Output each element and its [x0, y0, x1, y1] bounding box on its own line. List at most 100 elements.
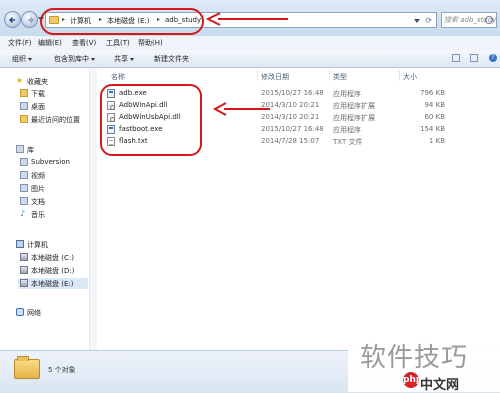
nav-item-label: 本地磁盘 (D:)	[31, 267, 75, 275]
drive-icon	[20, 266, 28, 274]
forward-arrow-icon	[28, 16, 35, 24]
organize-label: 组织	[12, 55, 26, 63]
nav-item-downloads[interactable]: 下载	[20, 88, 88, 99]
nav-item-label: Subversion	[31, 158, 70, 166]
help-icon[interactable]: ?	[489, 54, 497, 62]
annotation-oval-files	[100, 84, 202, 156]
back-arrow-icon	[8, 16, 15, 24]
music-note-icon: ♪	[20, 209, 26, 218]
file-type: 应用程序	[333, 126, 361, 134]
file-size: 796 KB	[420, 89, 445, 97]
nav-favorites-label: 收藏夹	[27, 78, 48, 86]
file-size: 60 KB	[424, 113, 445, 121]
nav-item-videos[interactable]: 视频	[20, 170, 88, 181]
file-type: 应用程序扩展	[333, 102, 375, 110]
nav-item-label: 音乐	[31, 211, 45, 219]
nav-item-music[interactable]: ♪ 音乐	[20, 209, 88, 220]
nav-item-label: 本地磁盘 (E:)	[31, 280, 74, 288]
file-type: TXT 文件	[333, 138, 363, 146]
nav-item-label: 下载	[31, 90, 45, 98]
nav-item-recent-places[interactable]: 最近访问的位置	[20, 114, 88, 125]
menu-tools[interactable]: 工具(T)	[106, 38, 130, 48]
column-header-date[interactable]: 修改日期	[261, 72, 289, 82]
php-logo-icon: php	[403, 372, 422, 388]
menu-help[interactable]: 帮助(H)	[138, 38, 163, 48]
nav-item-label: 图片	[31, 185, 45, 193]
nav-computer[interactable]: 计算机	[16, 239, 88, 250]
search-input[interactable]: 搜索 adb_study	[441, 12, 497, 28]
file-date: 2014/7/28 15:07	[261, 137, 320, 145]
include-in-library-button[interactable]: 包含到库中	[54, 54, 95, 64]
preview-pane-icon[interactable]	[470, 54, 478, 62]
videos-library-icon	[20, 171, 28, 179]
nav-item-desktop[interactable]: 桌面	[20, 101, 88, 112]
file-type: 应用程序	[333, 90, 361, 98]
watermark-site-text: 中文网	[420, 378, 460, 393]
nav-item-label: 文档	[31, 198, 45, 206]
annotation-arrow-icon	[205, 12, 288, 26]
nav-item-drive-c[interactable]: 本地磁盘 (C:)	[20, 252, 88, 263]
large-folder-icon	[14, 356, 40, 379]
nav-item-label: 视频	[31, 172, 45, 180]
nav-item-label: 桌面	[31, 103, 45, 111]
column-divider[interactable]	[329, 70, 330, 81]
file-type: 应用程序扩展	[333, 114, 375, 122]
column-header-name[interactable]: 名称	[111, 72, 125, 82]
nav-item-drive-d[interactable]: 本地磁盘 (D:)	[20, 265, 88, 276]
star-icon: ★	[16, 76, 24, 85]
item-count-text: 5 个对象	[48, 366, 76, 374]
computer-icon	[16, 240, 24, 248]
column-header-size[interactable]: 大小	[403, 72, 417, 82]
search-icon	[485, 16, 493, 24]
menu-bar: 文件(F) 编辑(E) 查看(V) 工具(T) 帮助(H)	[0, 36, 500, 51]
menu-view[interactable]: 查看(V)	[72, 38, 96, 48]
nav-favorites[interactable]: ★ 收藏夹	[16, 76, 88, 87]
nav-computer-label: 计算机	[27, 241, 48, 249]
column-divider[interactable]	[257, 70, 258, 81]
nav-network[interactable]: 网络	[16, 307, 88, 318]
chevron-down-icon	[28, 57, 32, 61]
chevron-down-icon	[91, 57, 95, 61]
chevron-down-icon	[130, 57, 134, 61]
documents-library-icon	[20, 197, 28, 205]
file-date: 2015/10/27 16:48	[261, 89, 324, 97]
organize-button[interactable]: 组织	[12, 54, 32, 64]
file-date: 2015/10/27 16:48	[261, 125, 324, 133]
command-toolbar: 组织 包含到库中 共享 新建文件夹 ?	[0, 50, 500, 68]
share-label: 共享	[114, 55, 128, 63]
file-size: 1 KB	[428, 137, 445, 145]
nav-item-subversion[interactable]: Subversion	[20, 157, 88, 168]
subversion-library-icon	[20, 158, 28, 166]
annotation-arrow-icon	[212, 102, 270, 116]
pictures-library-icon	[20, 184, 28, 192]
drive-icon	[20, 279, 28, 287]
file-size: 94 KB	[424, 101, 445, 109]
refresh-icon[interactable]: ⟳	[425, 16, 432, 25]
navigation-pane: ★ 收藏夹 下载 桌面 最近访问的位置 库 Subversion 视频 图片 文…	[0, 68, 97, 350]
nav-network-label: 网络	[27, 309, 41, 317]
annotation-oval-path	[40, 8, 204, 35]
change-view-icon[interactable]	[452, 54, 460, 62]
recent-places-icon	[20, 115, 28, 123]
share-button[interactable]: 共享	[114, 54, 134, 64]
new-folder-button[interactable]: 新建文件夹	[154, 54, 189, 64]
column-header-type[interactable]: 类型	[333, 72, 347, 82]
forward-button[interactable]	[21, 11, 38, 28]
nav-libraries[interactable]: 库	[16, 144, 88, 155]
nav-item-drive-e[interactable]: 本地磁盘 (E:)	[18, 278, 88, 289]
menu-file[interactable]: 文件(F)	[8, 38, 32, 48]
back-button[interactable]	[4, 11, 21, 28]
watermark-text: 软件技巧	[360, 343, 469, 373]
path-history-dropdown[interactable]	[414, 19, 420, 23]
column-divider[interactable]	[399, 70, 400, 81]
nav-item-pictures[interactable]: 图片	[20, 183, 88, 194]
include-in-library-label: 包含到库中	[54, 55, 89, 63]
nav-libraries-label: 库	[27, 146, 34, 154]
nav-pane-scrollbar[interactable]	[89, 68, 97, 350]
downloads-folder-icon	[20, 89, 28, 97]
menu-edit[interactable]: 编辑(E)	[38, 38, 62, 48]
library-icon	[16, 145, 24, 153]
desktop-icon	[20, 102, 28, 110]
file-size: 154 KB	[420, 125, 445, 133]
nav-item-documents[interactable]: 文档	[20, 196, 88, 207]
